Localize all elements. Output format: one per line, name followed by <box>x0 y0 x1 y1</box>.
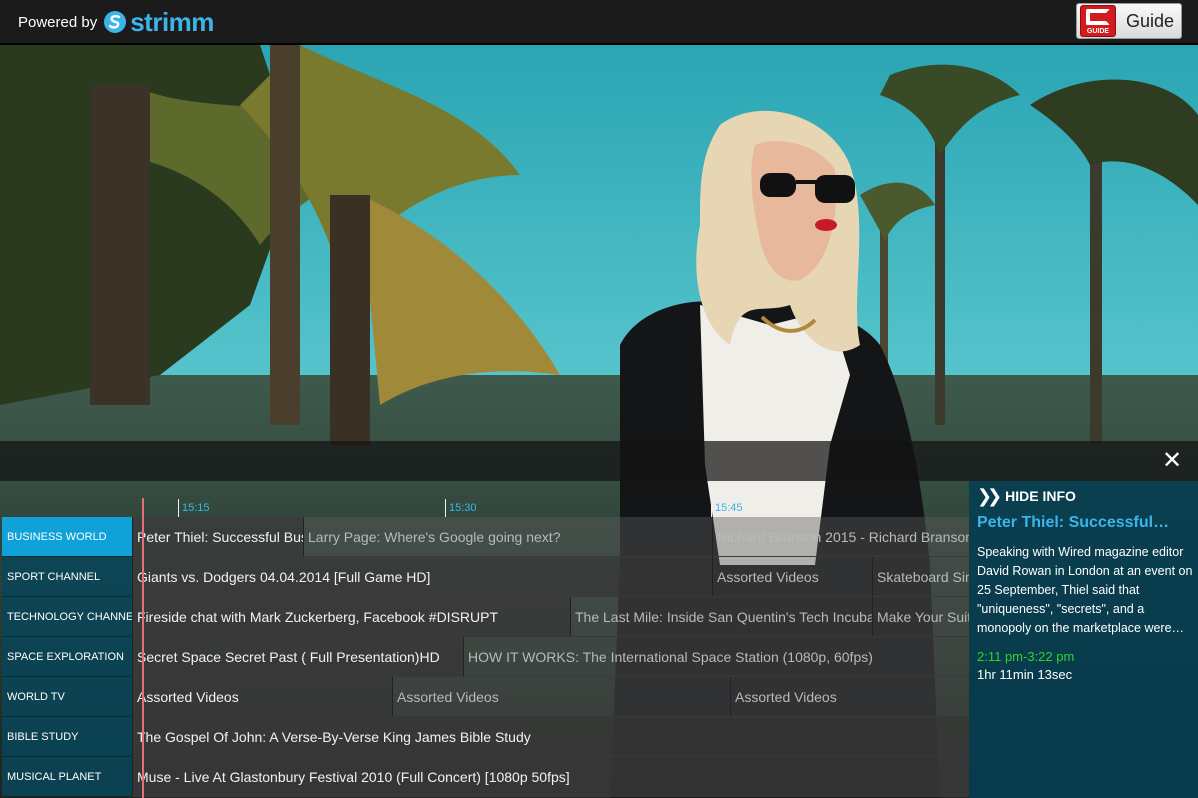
powered-by: Powered by strimm <box>18 0 214 44</box>
program-cell[interactable]: The Gospel Of John: A Verse-By-Verse Kin… <box>132 717 969 757</box>
channel-bible-study[interactable]: BIBLE STUDY <box>2 717 132 757</box>
program-info-panel: ❯❯ HIDE INFO Peter Thiel: Successful… Sp… <box>969 481 1198 798</box>
current-time-indicator <box>142 498 144 798</box>
program-cell[interactable]: HOW IT WORKS: The International Space St… <box>463 637 969 677</box>
channel-row: SPACE EXPLORATION Secret Space Secret Pa… <box>0 637 969 677</box>
channel-space-exploration[interactable]: SPACE EXPLORATION <box>2 637 132 677</box>
time-tick: 15:30 <box>445 499 477 517</box>
top-bar: Powered by strimm GUIDE Guide <box>0 0 1198 44</box>
timeline: 15:15 15:30 15:45 <box>0 481 969 517</box>
program-cell[interactable]: Peter Thiel: Successful Bus <box>132 517 303 557</box>
close-icon: ✕ <box>1161 447 1183 474</box>
channel-row: TECHNOLOGY CHANNEL Fireside chat with Ma… <box>0 597 969 637</box>
brand-name: strimm <box>130 7 214 37</box>
info-bar: ✕ <box>0 441 1198 481</box>
program-cell[interactable]: Giants vs. Dodgers 04.04.2014 [Full Game… <box>132 557 712 597</box>
program-cell[interactable]: Assorted Videos <box>730 677 969 717</box>
program-title: Peter Thiel: Successful… <box>977 514 1170 531</box>
program-duration: 1hr 11min 13sec <box>977 667 1073 682</box>
program-cell[interactable]: Secret Space Secret Past ( Full Presenta… <box>132 637 463 677</box>
channel-sport[interactable]: SPORT CHANNEL <box>2 557 132 597</box>
strimm-logo-icon <box>104 11 127 33</box>
program-cell[interactable]: Larry Page: Where's Google going next? <box>303 517 712 557</box>
program-guide: 15:15 15:30 15:45 BUSINESS WORLD Peter T… <box>0 481 969 798</box>
channel-row: SPORT CHANNEL Giants vs. Dodgers 04.04.2… <box>0 557 969 597</box>
guide-icon: GUIDE <box>1080 5 1116 37</box>
channel-business-world[interactable]: BUSINESS WORLD <box>2 517 132 557</box>
program-cell[interactable]: Fireside chat with Mark Zuckerberg, Face… <box>132 597 570 637</box>
program-cell[interactable]: Skateboard Sin <box>872 557 969 597</box>
program-cell[interactable]: Assorted Videos <box>712 557 872 597</box>
channel-rows: BUSINESS WORLD Peter Thiel: Successful B… <box>0 517 969 797</box>
guide-button[interactable]: GUIDE Guide <box>1076 3 1182 39</box>
program-cell[interactable]: Assorted Videos <box>132 677 392 717</box>
program-cell[interactable]: Richard Branson 2015 - Richard Branson <box>712 517 969 557</box>
powered-by-text: Powered by <box>18 13 98 31</box>
program-cell[interactable]: Make Your Suit <box>872 597 969 637</box>
program-cell[interactable]: Muse - Live At Glastonbury Festival 2010… <box>132 757 969 797</box>
guide-icon-text: GUIDE <box>1086 28 1110 35</box>
close-button[interactable]: ✕ <box>1158 447 1186 475</box>
channel-row: MUSICAL PLANET Muse - Live At Glastonbur… <box>0 757 969 797</box>
hide-info-label: HIDE INFO <box>1005 488 1076 504</box>
time-tick: 15:45 <box>711 499 743 517</box>
program-time-range: 2:11 pm-3:22 pm <box>977 649 1075 664</box>
hide-info-button[interactable]: ❯❯ HIDE INFO <box>969 481 1198 511</box>
program-cell[interactable]: Assorted Videos <box>392 677 730 717</box>
program-description: Speaking with Wired magazine editor Davi… <box>977 545 1193 635</box>
channel-row: WORLD TV Assorted Videos Assorted Videos… <box>0 677 969 717</box>
channel-row: BUSINESS WORLD Peter Thiel: Successful B… <box>0 517 969 557</box>
double-chevron-right-icon: ❯❯ <box>977 485 1002 506</box>
channel-musical-planet[interactable]: MUSICAL PLANET <box>2 757 132 797</box>
program-cell[interactable]: The Last Mile: Inside San Quentin's Tech… <box>570 597 872 637</box>
channel-world-tv[interactable]: WORLD TV <box>2 677 132 717</box>
channel-technology[interactable]: TECHNOLOGY CHANNEL <box>2 597 132 637</box>
channel-row: BIBLE STUDY The Gospel Of John: A Verse-… <box>0 717 969 757</box>
time-tick: 15:15 <box>178 499 210 517</box>
guide-label: Guide <box>1126 10 1175 31</box>
